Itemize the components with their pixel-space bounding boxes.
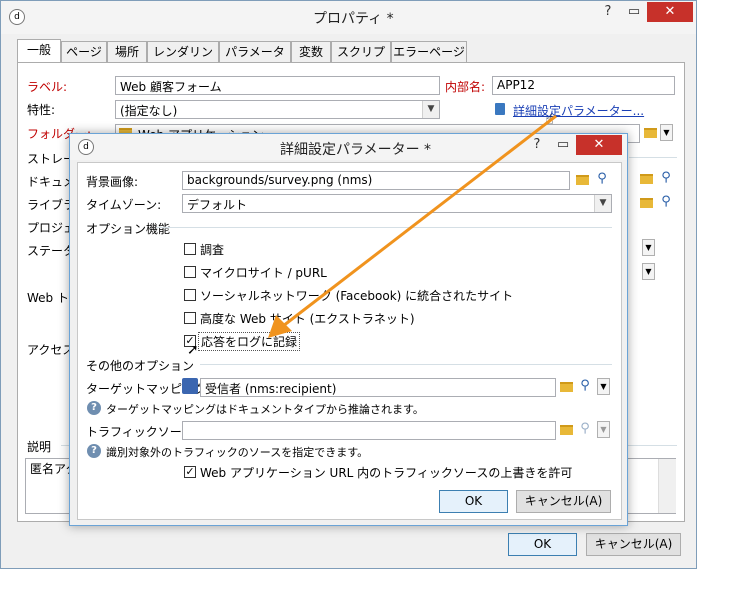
dialog-cancel-button[interactable]: キャンセル(A) [516, 490, 611, 513]
status-dropdown-b[interactable]: ▼ [642, 263, 655, 280]
nature-label: 特性: [27, 103, 56, 117]
hand-cursor-icon: ☝ [545, 112, 554, 128]
bg-image-search-icon[interactable]: ⚲ [595, 172, 609, 186]
other-section-title: その他のオプション [86, 359, 195, 373]
options-section-title: オプション機能 [86, 222, 171, 236]
option-advanced-web-checkbox[interactable] [184, 312, 196, 324]
web-label: Web ト [27, 291, 69, 305]
tab-script[interactable]: スクリプト [331, 41, 391, 79]
option-microsite-label: マイクロサイト / pURL [200, 266, 327, 280]
traffic-search-icon[interactable]: ⚲ [578, 422, 592, 436]
timezone-label: タイムゾーン: [86, 198, 162, 212]
advanced-parameters-dialog: d 詳細設定パラメーター * ? ▭ ✕ 背景画像: backgrounds/s… [69, 133, 628, 526]
dialog-close-button[interactable]: ✕ [576, 135, 622, 155]
minimize-button[interactable]: ▭ [623, 2, 645, 22]
dialog-ok-button[interactable]: OK [439, 490, 508, 513]
option-social-checkbox[interactable] [184, 289, 196, 301]
nature-select[interactable]: (指定なし) ▼ [115, 100, 440, 119]
nature-value: (指定なし) [120, 104, 178, 118]
target-help-icon: ? [87, 401, 101, 415]
dialog-title: 詳細設定パラメーター * [280, 142, 432, 158]
tab-location[interactable]: 場所 [107, 41, 147, 62]
library-search-icon[interactable]: ⚲ [659, 195, 673, 209]
option-survey-label: 調査 [200, 243, 225, 257]
timezone-value: デフォルト [187, 198, 248, 212]
library-folder-icon[interactable] [640, 198, 653, 208]
tab-variables[interactable]: 変数 [291, 41, 331, 62]
option-survey-checkbox[interactable] [184, 243, 196, 255]
tab-parameters[interactable]: パラメーター [219, 41, 291, 79]
help-button[interactable]: ? [597, 2, 619, 22]
folder-dropdown-button[interactable]: ▼ [660, 124, 673, 141]
overwrite-label: Web アプリケーション URL 内のトラフィックソースの上書きを許可 [200, 466, 573, 480]
window-title: プロパティ * [313, 11, 394, 27]
label-label: ラベル: [27, 80, 68, 94]
description-label: 説明 [27, 440, 52, 454]
advanced-parameters-link[interactable]: 詳細設定パラメーター... [513, 102, 644, 119]
target-search-icon[interactable]: ⚲ [578, 379, 592, 393]
traffic-dropdown-button[interactable]: ▼ [597, 421, 610, 438]
app-icon: d [9, 9, 25, 25]
tab-rendering[interactable]: レンダリング [147, 41, 219, 79]
traffic-help-text: 識別対象外のトラフィックのソースを指定できます。 [106, 446, 369, 459]
description-scrollbar[interactable] [658, 459, 676, 513]
target-mapping-value: 受信者 (nms:recipient) [205, 382, 337, 396]
target-dropdown-button[interactable]: ▼ [597, 378, 610, 395]
status-dropdown-a[interactable]: ▼ [642, 239, 655, 256]
ok-button[interactable]: OK [508, 533, 577, 556]
chevron-down-icon: ▼ [422, 101, 439, 118]
cancel-button[interactable]: キャンセル(A) [586, 533, 681, 556]
target-help-text: ターゲットマッピングはドキュメントタイプから推論されます。 [106, 403, 424, 416]
label-input[interactable]: Web 顧客フォーム [115, 76, 440, 95]
document-folder-icon[interactable] [640, 174, 653, 184]
option-microsite-checkbox[interactable] [184, 266, 196, 278]
storage-separator [629, 157, 677, 158]
option-social-label: ソーシャルネットワーク (Facebook) に統合されたサイト [200, 289, 514, 303]
other-separator [200, 364, 612, 365]
dialog-help-button[interactable]: ? [526, 135, 548, 155]
tab-pages[interactable]: ページ [61, 41, 107, 62]
bg-image-input[interactable]: backgrounds/survey.png (nms) [182, 171, 570, 190]
bg-image-folder-icon[interactable] [576, 175, 589, 185]
tab-general[interactable]: 一般 [17, 39, 61, 63]
folder-browse-icon[interactable] [644, 128, 657, 138]
close-button[interactable]: ✕ [647, 2, 693, 22]
tab-error-page[interactable]: エラーページ [391, 41, 467, 62]
traffic-folder-icon[interactable] [560, 425, 573, 435]
traffic-help-icon: ? [87, 444, 101, 458]
target-folder-icon[interactable] [560, 382, 573, 392]
traffic-source-label: トラフィックソース: [86, 425, 198, 439]
arrow-cursor-icon: ➚ [187, 342, 199, 358]
traffic-source-input[interactable] [182, 421, 556, 440]
internal-name-label: 内部名: [445, 80, 486, 94]
overwrite-checkbox[interactable]: ✓ [184, 466, 196, 478]
chevron-down-icon: ▼ [594, 195, 611, 212]
option-log-responses-label: 応答をログに記録 [198, 332, 301, 351]
bg-image-label: 背景画像: [86, 175, 139, 189]
timezone-select[interactable]: デフォルト ▼ [182, 194, 612, 213]
dialog-minimize-button[interactable]: ▭ [552, 135, 574, 155]
clipboard-icon [495, 103, 505, 115]
recipient-icon [182, 378, 198, 394]
option-advanced-web-label: 高度な Web サイト (エクストラネット) [200, 312, 415, 326]
target-mapping-input[interactable]: 受信者 (nms:recipient) [200, 378, 556, 397]
document-search-icon[interactable]: ⚲ [659, 171, 673, 185]
dialog-app-icon: d [78, 139, 94, 155]
internal-name-input[interactable]: APP12 [492, 76, 675, 95]
options-separator [156, 227, 612, 228]
